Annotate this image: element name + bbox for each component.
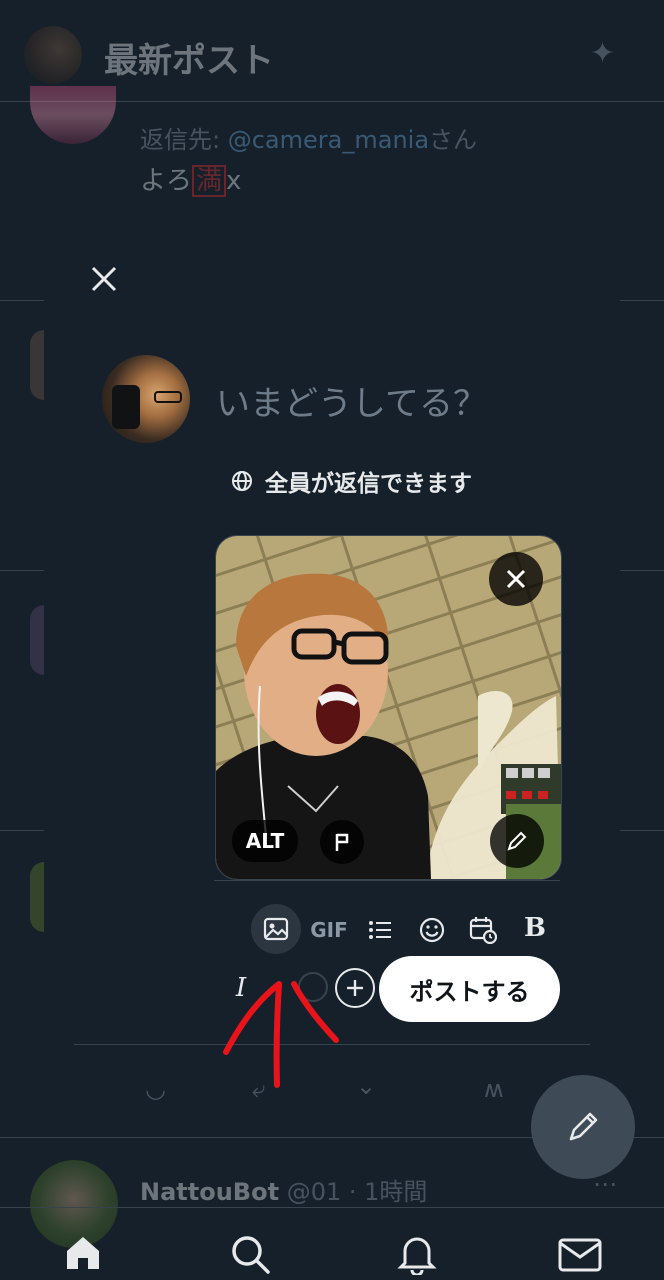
pencil-icon — [507, 831, 527, 851]
notifications-icon[interactable] — [394, 1232, 440, 1276]
repost-icon[interactable]: ⤶ — [252, 1075, 265, 1103]
gif-button[interactable]: GIF — [305, 914, 353, 946]
add-thread-button[interactable] — [335, 968, 375, 1008]
tweet-text: よろ満 x — [140, 160, 241, 197]
reply-to-line: 返信先: @camera_maniaさん — [140, 120, 477, 155]
tweet-avatar[interactable] — [30, 862, 44, 932]
alt-text-button[interactable]: ALT — [232, 820, 298, 862]
tweet-time: · 1時間 — [348, 1178, 428, 1206]
character-counter — [298, 972, 328, 1002]
tweet-avatar[interactable] — [30, 605, 44, 675]
bold-button[interactable]: B — [518, 910, 552, 946]
add-image-button[interactable] — [251, 904, 301, 954]
tweet-author-handle[interactable]: @01 — [287, 1178, 342, 1206]
poll-button[interactable] — [362, 914, 398, 946]
reply-setting-label: 全員が返信できます — [265, 471, 472, 497]
home-icon[interactable] — [60, 1232, 106, 1272]
composer-avatar[interactable] — [102, 355, 190, 443]
image-icon — [263, 917, 289, 941]
tweet-avatar[interactable] — [30, 86, 116, 144]
calendar-clock-icon — [469, 917, 497, 944]
globe-icon — [232, 471, 252, 491]
emoji-icon — [419, 917, 445, 943]
list-icon — [369, 921, 391, 939]
views-icon[interactable]: ʍ — [484, 1075, 504, 1103]
reply-label: 返信先: — [140, 126, 221, 154]
tweet-header: NattouBot @01 · 1時間 — [140, 1172, 427, 1207]
post-button[interactable]: ポストする — [379, 956, 560, 1022]
tweet-text-boxed-char: 満 — [192, 165, 227, 197]
reply-handle-link[interactable]: @camera_mania — [228, 126, 429, 154]
search-icon[interactable] — [227, 1232, 273, 1276]
header-avatar[interactable] — [24, 26, 82, 84]
close-icon — [506, 569, 526, 589]
plus-icon — [347, 980, 363, 996]
compose-text-input[interactable]: いまどうしてる？ — [216, 376, 487, 425]
remove-media-button[interactable] — [489, 552, 543, 606]
tweet-author-name[interactable]: NattouBot — [140, 1178, 279, 1206]
compose-fab[interactable] — [531, 1075, 635, 1179]
tweet-text-part: x — [226, 166, 242, 196]
edit-media-button[interactable] — [490, 814, 544, 868]
emoji-button[interactable] — [414, 912, 450, 948]
media-attachment[interactable]: ALT — [215, 535, 562, 880]
like-icon[interactable]: ⌄ — [356, 1072, 376, 1100]
page-title: 最新ポスト — [104, 41, 274, 81]
messages-icon[interactable] — [556, 1236, 604, 1274]
reply-suffix: さん — [429, 126, 478, 154]
schedule-button[interactable] — [465, 912, 501, 948]
tweet-avatar[interactable] — [30, 330, 44, 400]
tweet-text-part: よろ — [140, 166, 193, 196]
flag-icon[interactable] — [320, 820, 364, 864]
pencil-icon — [569, 1112, 598, 1141]
sparkle-icon[interactable]: ✦ — [590, 36, 615, 71]
reply-setting-button[interactable]: 全員が返信できます — [231, 464, 472, 498]
close-icon[interactable] — [90, 262, 118, 302]
italic-button[interactable]: I — [226, 970, 256, 1006]
reply-icon[interactable]: ◡ — [145, 1075, 166, 1103]
